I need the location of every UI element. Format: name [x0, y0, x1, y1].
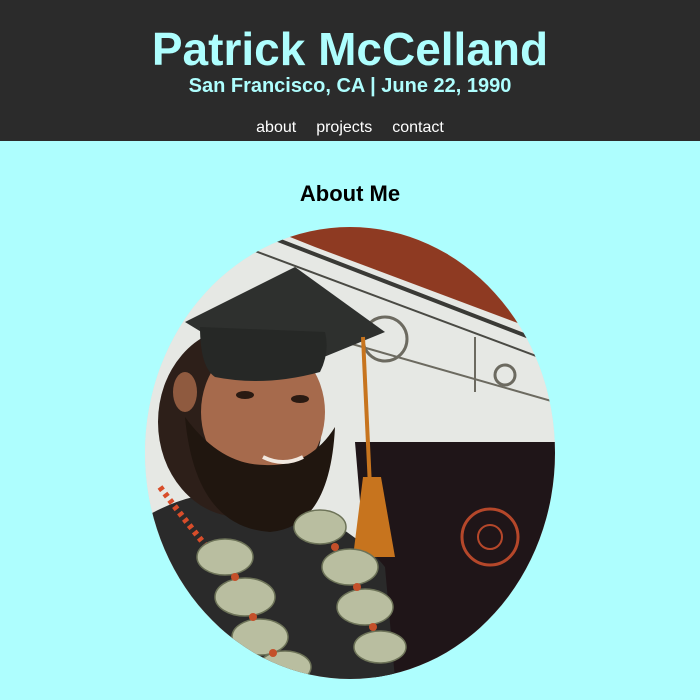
profile-photo	[145, 227, 555, 679]
nav-link-projects[interactable]: projects	[316, 118, 372, 138]
main-content: About Me	[0, 141, 700, 679]
nav-link-contact[interactable]: contact	[392, 118, 444, 138]
main-nav: about projects contact	[0, 118, 700, 138]
profile-photo-image	[145, 227, 555, 679]
section-title-about: About Me	[299, 181, 401, 206]
nav-link-about[interactable]: about	[256, 118, 296, 138]
site-header: Patrick McCelland San Francisco, CA | Ju…	[0, 0, 700, 141]
site-subtitle: San Francisco, CA | June 22, 1990	[188, 75, 512, 97]
site-title: Patrick McCelland	[151, 23, 549, 75]
